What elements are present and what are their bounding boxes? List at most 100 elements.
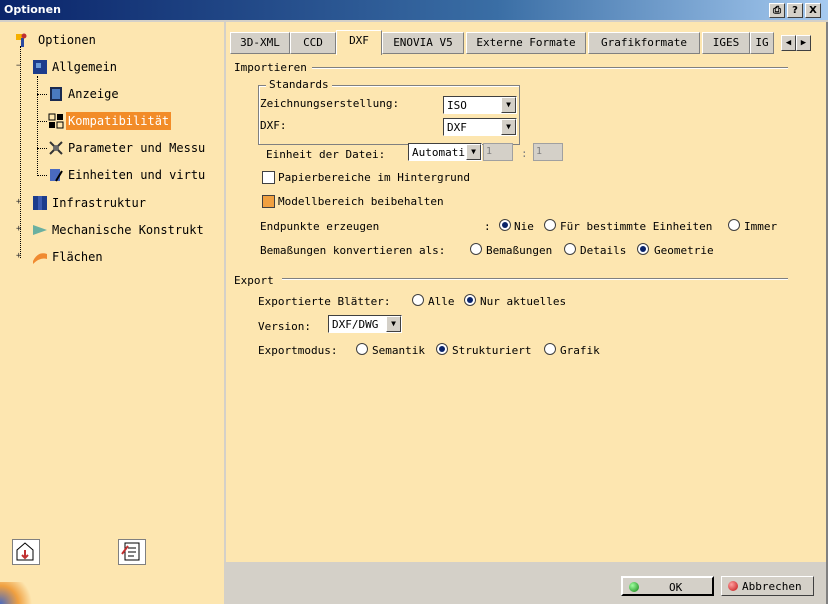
- dxf-standard-select[interactable]: DXF ▼: [443, 118, 517, 136]
- cancel-label: Abbrechen: [742, 580, 802, 593]
- endpoints-certain-units-radio[interactable]: [544, 219, 556, 231]
- tab-grafikformate[interactable]: Grafikformate: [588, 32, 700, 54]
- standards-group-title: Standards: [266, 78, 332, 91]
- file-unit-label: Einheit der Datei:: [266, 148, 386, 161]
- expand-infrastruktur-icon[interactable]: +: [16, 198, 23, 207]
- endpoints-never-label: Nie: [514, 220, 534, 233]
- tree-line: [37, 121, 47, 122]
- file-unit-select[interactable]: Automati ▼: [408, 143, 482, 161]
- ok-button[interactable]: OK: [621, 576, 714, 596]
- tab-ccd[interactable]: CCD: [290, 32, 336, 54]
- dimensions-as-dimensions-radio[interactable]: [470, 243, 482, 255]
- tree-item-label: Mechanische Konstrukt: [52, 223, 204, 237]
- chevron-down-icon: ▼: [386, 316, 401, 332]
- settings-panel: 3D-XML CCD DXF ENOVIA V5 Externe Formate…: [226, 22, 826, 562]
- unit-factor-input[interactable]: 1: [483, 143, 513, 161]
- tree-item-label: Allgemein: [52, 60, 118, 74]
- infrastructure-icon: [33, 196, 47, 210]
- tab-dxf[interactable]: DXF: [336, 30, 382, 55]
- tab-scroll-right-button[interactable]: ▶: [796, 35, 811, 51]
- tree-line: [37, 175, 47, 176]
- import-section-title: Importieren: [234, 61, 307, 74]
- paper-space-background-label: Papierbereiche im Hintergrund: [278, 171, 471, 184]
- tree-item-label: Kompatibilität: [66, 112, 172, 130]
- general-icon: [33, 60, 47, 74]
- mode-semantic-label: Semantik: [372, 344, 425, 357]
- file-unit-value: Automati: [412, 146, 465, 159]
- tree-item-label: Einheiten und virtu: [68, 168, 206, 182]
- options-icon: [16, 33, 27, 47]
- keep-model-space-checkbox[interactable]: [262, 195, 275, 208]
- sheets-all-label: Alle: [428, 295, 455, 308]
- title-bar: Optionen ⎙ ? X: [0, 0, 828, 20]
- sheets-current-radio[interactable]: [464, 294, 476, 306]
- export-options-button[interactable]: [118, 539, 146, 565]
- dimensions-as-geometry-label: Geometrie: [654, 244, 714, 257]
- tree-item-label: Flächen: [52, 250, 103, 264]
- endpoints-always-label: Immer: [744, 220, 778, 233]
- dimensions-as-details-radio[interactable]: [564, 243, 576, 255]
- tree-item-label: Infrastruktur: [52, 196, 146, 210]
- expand-flaechen-icon[interactable]: +: [16, 252, 23, 261]
- ok-label: OK: [669, 581, 683, 594]
- standards-group: [258, 85, 520, 145]
- unit-ratio-separator: :: [521, 147, 528, 160]
- keep-model-space-label: Modellbereich beibehalten: [278, 195, 444, 208]
- mode-semantic-radio[interactable]: [356, 343, 368, 355]
- unit-divisor-input[interactable]: 1: [533, 143, 563, 161]
- tab-scroll-left-button[interactable]: ◀: [781, 35, 796, 51]
- export-settings-icon: [121, 542, 140, 561]
- cancel-button[interactable]: Abbrechen: [721, 576, 814, 596]
- chevron-down-icon: ▼: [501, 97, 516, 113]
- endpoints-never-radio[interactable]: [499, 219, 511, 231]
- tree-line: [37, 94, 47, 95]
- tab-ig-partial[interactable]: IG: [750, 32, 774, 54]
- export-mode-label: Exportmodus:: [258, 344, 338, 357]
- endpoints-certain-units-label: Für bestimmte Einheiten: [560, 220, 713, 233]
- import-divider: [312, 67, 788, 69]
- chevron-down-icon: ▼: [466, 144, 481, 160]
- version-label: Version:: [258, 320, 311, 333]
- sheets-all-radio[interactable]: [412, 294, 424, 306]
- endpoints-always-radio[interactable]: [728, 219, 740, 231]
- endpoints-colon: :: [484, 220, 491, 233]
- paper-space-background-checkbox[interactable]: [262, 171, 275, 184]
- dimensions-convert-label: Bemaßungen konvertieren als:: [260, 244, 446, 257]
- mode-graphic-radio[interactable]: [544, 343, 556, 355]
- tab-externe-formate[interactable]: Externe Formate: [466, 32, 586, 54]
- drawing-standard-label: Zeichnungserstellung:: [260, 97, 400, 110]
- options-tree-panel: Optionen − Allgemein Anzeige Kompatibili…: [0, 22, 224, 604]
- tab-3d-xml[interactable]: 3D-XML: [230, 32, 290, 54]
- compatibility-icon: [48, 113, 64, 129]
- reset-icon: [16, 542, 34, 561]
- export-section-title: Export: [234, 274, 274, 287]
- dxf-standard-value: DXF: [447, 121, 467, 134]
- tab-enovia-v5[interactable]: ENOVIA V5: [382, 32, 464, 54]
- display-icon: [50, 87, 62, 101]
- version-select[interactable]: DXF/DWG ▼: [328, 315, 402, 333]
- help-button[interactable]: ?: [787, 3, 803, 18]
- green-light-icon: [629, 582, 639, 592]
- version-value: DXF/DWG: [332, 318, 379, 331]
- sheets-current-label: Nur aktuelles: [480, 295, 567, 308]
- mode-structured-label: Strukturiert: [452, 344, 532, 357]
- units-icon: [50, 169, 63, 182]
- tree-item-label: Parameter und Messu: [68, 141, 206, 155]
- compass-icon: [0, 582, 40, 604]
- tree-line: [37, 148, 47, 149]
- reset-options-button[interactable]: [12, 539, 40, 565]
- tab-iges[interactable]: IGES: [702, 32, 750, 54]
- parameter-icon: [49, 141, 63, 155]
- drawing-standard-select[interactable]: ISO ▼: [443, 96, 517, 114]
- expand-mechanische-icon[interactable]: +: [16, 225, 23, 234]
- tree-item-label: Anzeige: [68, 87, 119, 101]
- mode-graphic-label: Grafik: [560, 344, 600, 357]
- window-title: Optionen: [4, 3, 61, 16]
- export-divider: [282, 278, 788, 280]
- close-button[interactable]: X: [805, 3, 821, 18]
- collapse-allgemein-icon[interactable]: −: [16, 62, 23, 71]
- red-light-icon: [728, 581, 738, 591]
- dimensions-as-geometry-radio[interactable]: [637, 243, 649, 255]
- restore-button[interactable]: ⎙: [769, 3, 785, 18]
- mode-structured-radio[interactable]: [436, 343, 448, 355]
